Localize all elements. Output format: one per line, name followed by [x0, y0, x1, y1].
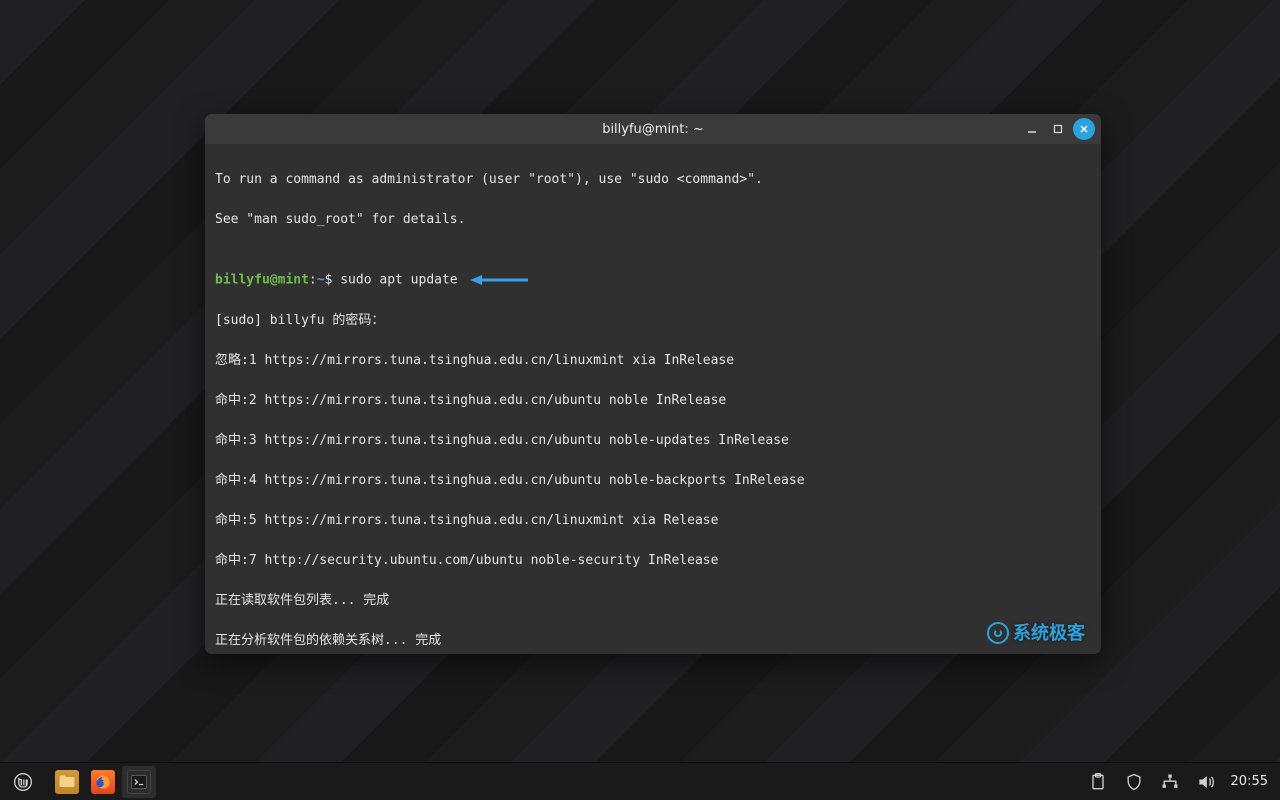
tray-clipboard[interactable]	[1081, 766, 1115, 798]
window-titlebar[interactable]: billyfu@mint: ~	[205, 114, 1101, 144]
terminal-line: 正在分析软件包的依赖关系树... 完成	[215, 631, 1091, 651]
terminal-window: billyfu@mint: ~ To run a command as admi…	[205, 114, 1101, 654]
watermark-text: 系统极客	[1013, 623, 1085, 643]
window-title: billyfu@mint: ~	[602, 122, 704, 137]
terminal-line: 命中:5 https://mirrors.tuna.tsinghua.edu.c…	[215, 511, 1091, 531]
clock-text: 20:55	[1231, 774, 1268, 789]
terminal-line: See "man sudo_root" for details.	[215, 210, 1091, 230]
menu-button[interactable]	[6, 766, 40, 798]
terminal-line: 忽略:1 https://mirrors.tuna.tsinghua.edu.c…	[215, 351, 1091, 371]
terminal-line: 命中:3 https://mirrors.tuna.tsinghua.edu.c…	[215, 431, 1091, 451]
taskbar: 20:55	[0, 762, 1280, 800]
firefox-launcher[interactable]	[86, 766, 120, 798]
terminal-taskbar-item[interactable]	[122, 766, 156, 798]
tray-shield[interactable]	[1117, 766, 1151, 798]
firefox-icon	[91, 770, 115, 794]
terminal-line: 正在读取软件包列表... 完成	[215, 591, 1091, 611]
tray-network[interactable]	[1153, 766, 1187, 798]
terminal-line: 命中:7 http://security.ubuntu.com/ubuntu n…	[215, 551, 1091, 571]
terminal-line: To run a command as administrator (user …	[215, 170, 1091, 190]
window-maximize-button[interactable]	[1047, 118, 1069, 140]
tray-volume[interactable]	[1189, 766, 1223, 798]
window-close-button[interactable]	[1073, 118, 1095, 140]
window-minimize-button[interactable]	[1021, 118, 1043, 140]
taskbar-separator	[42, 766, 48, 798]
terminal-output[interactable]: To run a command as administrator (user …	[205, 144, 1101, 654]
annotation-arrow-icon	[470, 270, 530, 290]
terminal-prompt-line: billyfu@mint:~$ sudo apt update	[215, 270, 1091, 291]
taskbar-clock[interactable]: 20:55	[1225, 766, 1274, 798]
watermark: 系统极客	[987, 622, 1085, 644]
folder-icon	[55, 770, 79, 794]
terminal-line: 命中:4 https://mirrors.tuna.tsinghua.edu.c…	[215, 471, 1091, 491]
prompt-path: ~	[317, 273, 325, 288]
command-text: sudo apt update	[340, 273, 457, 288]
files-launcher[interactable]	[50, 766, 84, 798]
terminal-icon	[127, 770, 151, 794]
prompt-user-host: billyfu@mint	[215, 273, 309, 288]
terminal-line: 命中:2 https://mirrors.tuna.tsinghua.edu.c…	[215, 391, 1091, 411]
terminal-line: [sudo] billyfu 的密码：	[215, 311, 1091, 331]
watermark-icon	[987, 622, 1009, 644]
